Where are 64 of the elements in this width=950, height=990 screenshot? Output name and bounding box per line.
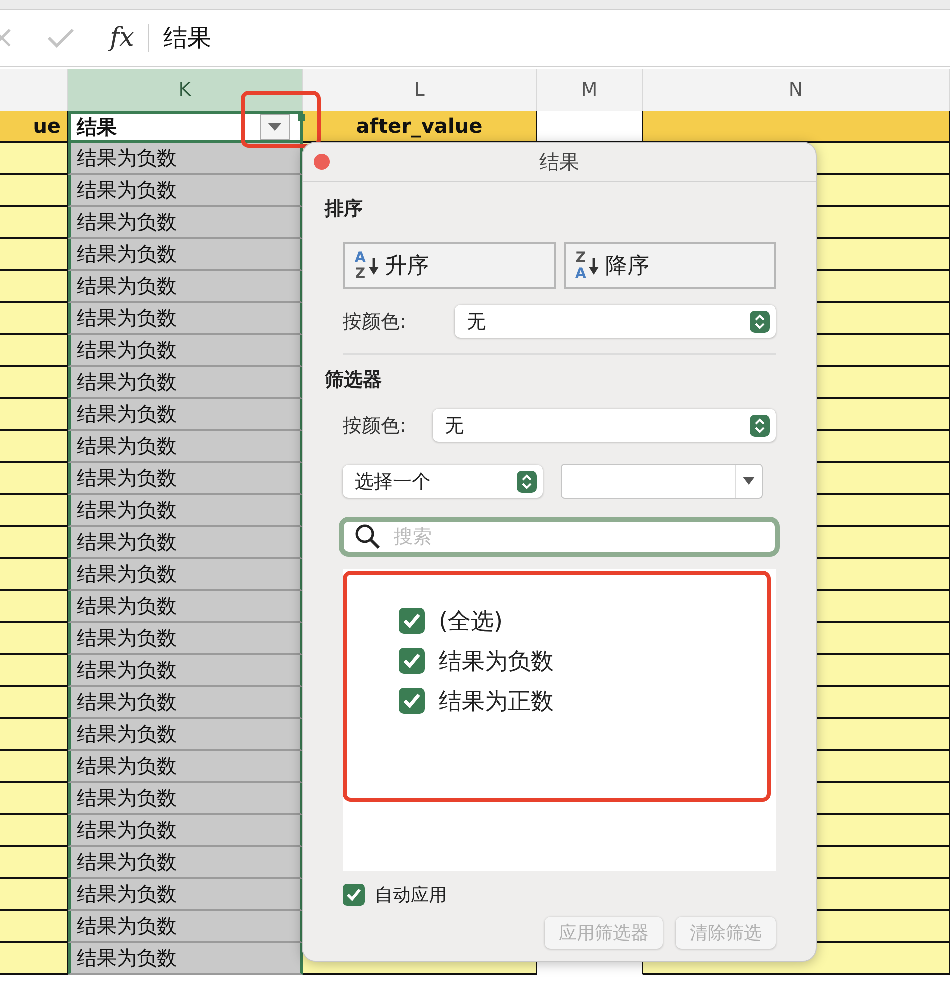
stepper-icon bbox=[517, 470, 537, 492]
sort-descending-button[interactable]: Z A 降序 bbox=[564, 242, 776, 289]
column-header[interactable]: M bbox=[537, 69, 643, 112]
column-header[interactable]: N bbox=[643, 69, 950, 112]
table-cell: 结果为负数 bbox=[68, 399, 303, 431]
header-cell: ue bbox=[0, 111, 68, 143]
table-cell: 结果为负数 bbox=[68, 367, 303, 399]
condition-dropdown[interactable]: 选择一个 bbox=[343, 465, 543, 498]
table-cell: 结果为负数 bbox=[68, 175, 303, 207]
popup-title: 结果 bbox=[540, 148, 580, 176]
table-cell: 结果为负数 bbox=[68, 623, 303, 655]
table-cell: 结果为负数 bbox=[68, 751, 303, 783]
table-cell: 结果为负数 bbox=[68, 847, 303, 879]
table-cell: 结果为负数 bbox=[68, 719, 303, 751]
table-cell: 结果为负数 bbox=[68, 687, 303, 719]
sort-ascending-button[interactable]: A Z 升序 bbox=[343, 242, 556, 289]
caret-icon[interactable] bbox=[743, 477, 755, 485]
column-header[interactable]: K bbox=[68, 69, 303, 113]
search-icon bbox=[355, 524, 381, 550]
checkbox-label: 自动应用 bbox=[375, 884, 447, 907]
table-cell: 结果为负数 bbox=[68, 431, 303, 463]
table-cell: 结果为负数 bbox=[68, 879, 303, 911]
table-cell: 结果为负数 bbox=[68, 591, 303, 623]
table-cell: 结果为负数 bbox=[68, 239, 303, 271]
table-cell: 结果为负数 bbox=[68, 207, 303, 239]
stepper-icon bbox=[750, 310, 770, 332]
table-cell: 结果为负数 bbox=[68, 783, 303, 815]
checkbox[interactable] bbox=[399, 608, 425, 634]
field-label: 按颜色: bbox=[343, 414, 408, 438]
header-text: 结果 bbox=[77, 114, 118, 140]
table-cell: 结果为负数 bbox=[68, 815, 303, 847]
function-label[interactable]: fx bbox=[110, 23, 134, 53]
table-cell: 结果为负数 bbox=[68, 271, 303, 303]
section-heading: 排序 bbox=[325, 197, 364, 222]
header-cell: after_value bbox=[303, 111, 537, 143]
fill-handle[interactable] bbox=[298, 114, 305, 121]
table-cell: 结果为负数 bbox=[68, 495, 303, 527]
checkbox-label: 结果为正数 bbox=[439, 688, 554, 716]
table-cell: 结果为负数 bbox=[68, 303, 303, 335]
table-cell: 结果为负数 bbox=[68, 335, 303, 367]
column-header[interactable]: L bbox=[303, 69, 537, 112]
table-cell: 结果为负数 bbox=[68, 143, 303, 175]
table-cell: 结果为负数 bbox=[68, 943, 303, 975]
color-dropdown[interactable]: 无 bbox=[433, 409, 776, 442]
checkbox[interactable] bbox=[399, 648, 425, 674]
stepper-icon bbox=[750, 414, 770, 436]
checkmark-icon[interactable] bbox=[46, 26, 76, 50]
color-dropdown[interactable]: 无 bbox=[455, 305, 776, 338]
search-field[interactable]: 搜索 bbox=[339, 517, 780, 557]
filter-dropdown-button[interactable] bbox=[260, 114, 290, 140]
formula-text[interactable]: 结果 bbox=[163, 22, 212, 54]
close-button[interactable] bbox=[314, 154, 330, 170]
table-cell: 结果为负数 bbox=[68, 655, 303, 687]
caret-icon bbox=[268, 123, 282, 131]
table-cell: 结果为负数 bbox=[68, 911, 303, 943]
checkbox[interactable] bbox=[399, 688, 425, 714]
checkbox-label: 结果为负数 bbox=[439, 648, 554, 676]
checkbox[interactable] bbox=[343, 884, 365, 906]
table-cell: 结果为负数 bbox=[68, 463, 303, 495]
table-cell: 结果为负数 bbox=[68, 527, 303, 559]
field-label: 按颜色: bbox=[343, 310, 408, 334]
table-cell: 结果为负数 bbox=[68, 559, 303, 591]
checkbox-label: (全选) bbox=[439, 608, 503, 636]
section-heading: 筛选器 bbox=[325, 368, 383, 393]
